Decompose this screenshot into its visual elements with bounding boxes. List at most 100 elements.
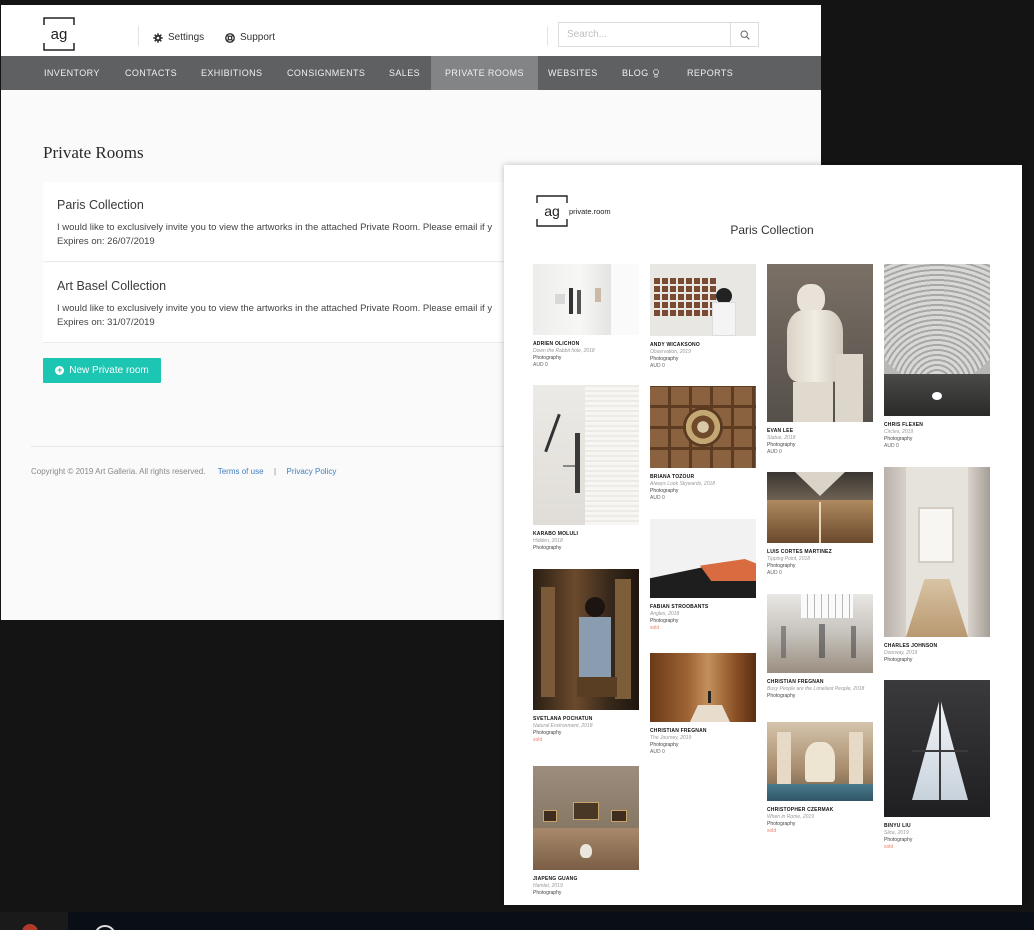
- artwork-image[interactable]: [650, 519, 756, 598]
- terms-link[interactable]: Terms of use: [218, 467, 264, 476]
- artwork-title: Circles, 2019: [884, 429, 914, 435]
- artwork-title: Hidden, 2018: [533, 538, 563, 544]
- logo-text: ag: [544, 203, 560, 219]
- artwork-title: Statue, 2018: [767, 435, 796, 441]
- artist-name: CHRISTOPHER CZERMAK: [767, 807, 834, 813]
- settings-link[interactable]: Settings: [153, 32, 204, 43]
- app-icon[interactable]: [94, 925, 116, 930]
- nav-private-rooms[interactable]: PRIVATE ROOMS: [431, 56, 538, 90]
- footer-divider: [31, 446, 531, 447]
- artwork-image[interactable]: [884, 264, 990, 416]
- artist-name: CHRISTIAN FREGNAN: [767, 679, 824, 685]
- nav-reports[interactable]: REPORTS: [687, 56, 733, 90]
- artwork-card[interactable]: BRIANA TOZOUR Always Look Skywards, 2018…: [650, 386, 756, 501]
- artwork-image[interactable]: [533, 766, 639, 870]
- artwork-image[interactable]: [767, 722, 873, 801]
- artist-name: SVETLANA POCHATUN: [533, 716, 593, 722]
- lifebuoy-icon: [225, 32, 235, 43]
- artwork-image[interactable]: [884, 680, 990, 817]
- room-expiry: Expires on: 31/07/2019: [57, 317, 155, 328]
- artwork-title: Angles, 2018: [650, 611, 680, 617]
- search-icon: [739, 29, 750, 40]
- artwork-price: AUD 0: [650, 749, 665, 755]
- room-message: I would like to exclusively invite you t…: [57, 303, 493, 314]
- room-title[interactable]: Art Basel Collection: [57, 279, 166, 293]
- artwork-medium: Photography: [650, 356, 679, 362]
- artwork-price: AUD 0: [884, 443, 899, 449]
- artwork-card[interactable]: ADRIEN OLICHON Down the Rabbit hole, 201…: [533, 264, 639, 368]
- artwork-price: AUD 0: [767, 570, 782, 576]
- nav-contacts[interactable]: CONTACTS: [125, 56, 177, 90]
- artwork-title: Always Look Skywards, 2018: [650, 481, 716, 487]
- artwork-medium: Photography: [650, 742, 679, 748]
- gear-icon: [153, 32, 163, 43]
- artwork-medium: Photography: [650, 488, 679, 494]
- artist-name: CHARLES JOHNSON: [884, 643, 938, 649]
- artwork-card[interactable]: JIAPENG GUANG Hamlet, 2019 Photography: [533, 766, 639, 896]
- nav-consignments[interactable]: CONSIGNMENTS: [287, 56, 365, 90]
- nav-blog-label: BLOG: [622, 68, 649, 78]
- nav-inventory[interactable]: INVENTORY: [1, 56, 114, 90]
- artist-name: BRIANA TOZOUR: [650, 474, 695, 480]
- artwork-card[interactable]: BINYU LIU Slice, 2019 Photography sold: [884, 680, 990, 850]
- artwork-image[interactable]: [533, 569, 639, 710]
- nav-exhibitions[interactable]: EXHIBITIONS: [201, 56, 262, 90]
- artwork-image[interactable]: [767, 594, 873, 673]
- search-button[interactable]: [730, 23, 758, 46]
- privacy-link[interactable]: Privacy Policy: [287, 467, 337, 476]
- artwork-card[interactable]: CHRIS FLEXEN Circles, 2019 Photography A…: [884, 264, 990, 449]
- divider: [138, 26, 139, 46]
- artist-name: ANDY WICAKSONO: [650, 342, 700, 348]
- artwork-title: Doorway, 2019: [884, 650, 918, 656]
- artwork-card[interactable]: KARABO MOLULI Hidden, 2018 Photography: [533, 385, 639, 551]
- artist-name: JIAPENG GUANG: [533, 876, 578, 882]
- settings-label: Settings: [168, 32, 205, 43]
- artwork-price: AUD 0: [533, 362, 548, 368]
- artwork-title: When in Rome, 2019: [767, 814, 814, 820]
- artwork-medium: Photography: [533, 355, 562, 361]
- private-room-preview: ag private.room Paris Collection ADRIEN …: [504, 165, 1022, 905]
- artwork-card[interactable]: CHARLES JOHNSON Doorway, 2019 Photograph…: [884, 467, 990, 663]
- artist-name: LUIS CORTES MARTINEZ: [767, 549, 832, 555]
- artwork-card[interactable]: ANDY WICAKSONO Observation, 2019 Photogr…: [650, 264, 756, 369]
- artwork-medium: Photography: [650, 618, 679, 624]
- room-card-art-basel[interactable]: Art Basel Collection I would like to exc…: [43, 263, 523, 343]
- artwork-card[interactable]: SVETLANA POCHATUN Natural Environment, 2…: [533, 569, 639, 743]
- nav-sales[interactable]: SALES: [389, 56, 420, 90]
- plus-circle-icon: +: [55, 365, 65, 375]
- collection-title: Paris Collection: [730, 223, 814, 237]
- artwork-price: sold: [884, 844, 894, 850]
- artwork-image[interactable]: [533, 385, 639, 525]
- artwork-card[interactable]: CHRISTIAN FREGNAN Busy People are the Lo…: [767, 594, 873, 699]
- footer: Copyright © 2019 Art Galleria. All right…: [31, 467, 336, 476]
- artwork-card[interactable]: LUIS CORTES MARTINEZ Tipping Point, 2018…: [767, 472, 873, 576]
- artwork-medium: Photography: [884, 657, 913, 663]
- room-title[interactable]: Paris Collection: [57, 198, 144, 212]
- new-private-room-button[interactable]: + New Private room: [43, 358, 161, 383]
- artwork-medium: Photography: [533, 890, 562, 896]
- artwork-medium: Photography: [884, 837, 913, 843]
- room-card-paris[interactable]: Paris Collection I would like to exclusi…: [43, 182, 523, 262]
- nav-blog[interactable]: BLOG: [622, 56, 659, 90]
- artwork-image[interactable]: [650, 264, 756, 336]
- artwork-image[interactable]: [767, 264, 873, 422]
- artwork-card[interactable]: FABIAN STROOBANTS Angles, 2018 Photograp…: [650, 519, 756, 631]
- artwork-card[interactable]: EVAN LEE Statue, 2018 Photography AUD 0: [767, 264, 873, 455]
- artwork-medium: Photography: [533, 545, 562, 551]
- search-input[interactable]: [559, 23, 730, 46]
- artwork-image[interactable]: [650, 386, 756, 468]
- artwork-image[interactable]: [650, 653, 756, 722]
- artwork-title: Hamlet, 2019: [533, 883, 563, 889]
- support-link[interactable]: Support: [225, 32, 275, 43]
- nav-websites[interactable]: WEBSITES: [548, 56, 598, 90]
- artwork-card[interactable]: CHRISTOPHER CZERMAK When in Rome, 2019 P…: [767, 722, 873, 834]
- artwork-title: The Journey, 2019: [650, 735, 692, 741]
- artwork-card[interactable]: CHRISTIAN FREGNAN The Journey, 2019 Phot…: [650, 653, 756, 755]
- artwork-image[interactable]: [884, 467, 990, 637]
- artwork-title: Slice, 2019: [884, 830, 909, 836]
- artist-name: FABIAN STROOBANTS: [650, 604, 709, 610]
- artwork-image[interactable]: [533, 264, 639, 335]
- ag-logo[interactable]: ag: [43, 17, 75, 51]
- artwork-image[interactable]: [767, 472, 873, 543]
- artist-name: CHRIS FLEXEN: [884, 422, 924, 428]
